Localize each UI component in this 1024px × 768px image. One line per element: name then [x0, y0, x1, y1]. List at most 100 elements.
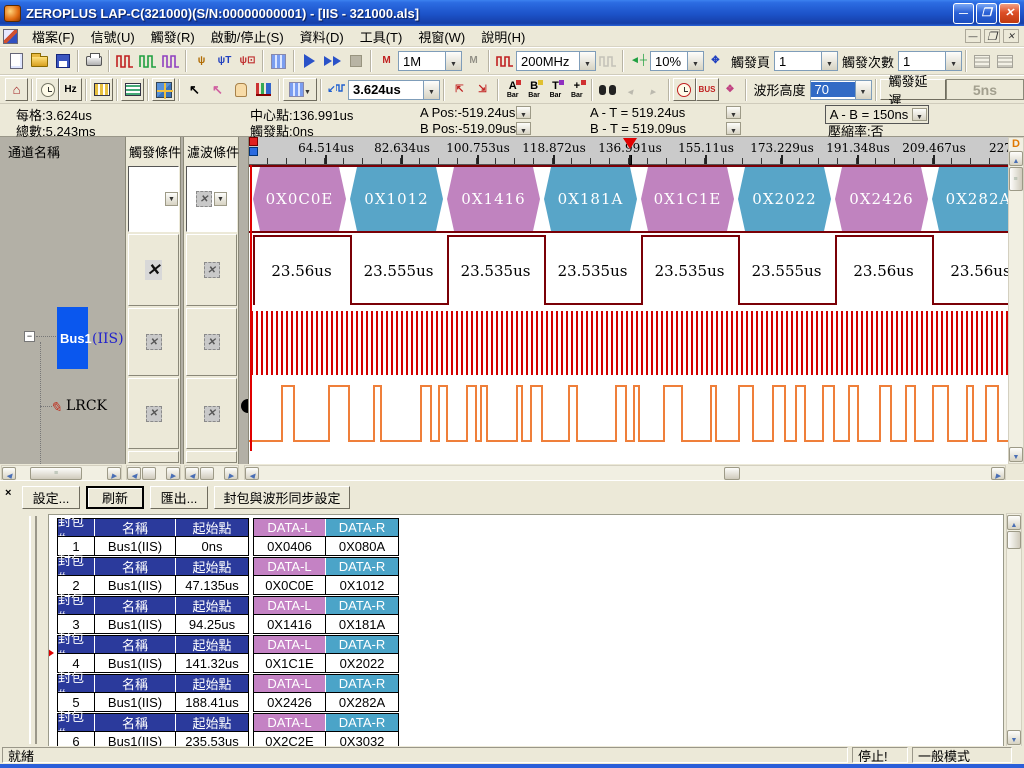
scroll-thumb[interactable]: ≡	[1009, 167, 1023, 191]
pointer-tool-button[interactable]: ↖	[183, 78, 206, 101]
timing-mode-button[interactable]	[36, 78, 59, 101]
trigger-t-button[interactable]: ψT	[213, 50, 236, 73]
menu-run-stop[interactable]: 啟動/停止(S)	[203, 25, 292, 48]
navigate-window-button[interactable]	[152, 78, 175, 101]
menu-help[interactable]: 說明(H)	[473, 25, 533, 48]
b-t-menu-button[interactable]	[726, 122, 741, 135]
bus-config-button[interactable]: BUS	[696, 78, 719, 101]
lrck-filter-cell[interactable]	[186, 234, 237, 306]
save-file-button[interactable]	[51, 50, 74, 73]
scroll-thumb[interactable]	[724, 467, 740, 480]
bus1-trigger-cell[interactable]	[128, 166, 179, 232]
bus-data-segment[interactable]: 0X0C0E	[253, 167, 346, 231]
sclk-waveform-row[interactable]	[249, 308, 1008, 378]
sclk-filter-cell[interactable]	[186, 308, 237, 376]
bus-data-segment[interactable]: 0X282A	[932, 167, 1008, 231]
child-restore-button[interactable]	[984, 29, 1000, 43]
trigger-col-h-scrollbar[interactable]	[126, 465, 181, 481]
bus-data-segment[interactable]: 0X1416	[447, 167, 540, 231]
bus-data-segment[interactable]: 0X1C1E	[641, 167, 734, 231]
new-file-button[interactable]	[5, 50, 28, 73]
b-pos-menu-button[interactable]	[516, 122, 531, 135]
packet-row[interactable]: 封包 #名稱起始點1Bus1(IIS)0nsDATA-LDATA-R0X0406…	[57, 518, 399, 556]
menu-signal[interactable]: 信號(U)	[83, 25, 143, 48]
frequency-mode-button[interactable]: Hz	[59, 78, 82, 101]
memory-depth-button[interactable]: M	[375, 50, 398, 73]
hand-tool-button[interactable]	[229, 78, 252, 101]
t-bar-button[interactable]: TBar	[545, 78, 566, 101]
a-t-menu-button[interactable]	[726, 106, 741, 119]
bus-data-segment[interactable]: 0X2426	[835, 167, 928, 231]
scroll-right-button[interactable]	[224, 467, 238, 480]
packet-row[interactable]: 封包 #名稱起始點3Bus1(IIS)94.25usDATA-LDATA-R0X…	[57, 596, 399, 634]
scroll-up-button[interactable]	[1007, 515, 1021, 530]
packet-row[interactable]: 封包 #名稱起始點4Bus1(IIS)141.32usDATA-LDATA-R0…	[57, 635, 399, 673]
packet-row[interactable]: 封包 #名稱起始點2Bus1(IIS)47.135usDATA-LDATA-R0…	[57, 557, 399, 595]
sda-filter-cell[interactable]	[186, 378, 237, 449]
a-bar-button[interactable]: ABar	[502, 78, 523, 101]
scroll-thumb[interactable]	[1007, 531, 1021, 549]
a-b-menu-button[interactable]	[912, 108, 927, 121]
document-icon[interactable]	[3, 29, 18, 44]
wave-height-combo[interactable]: 70	[810, 80, 872, 100]
trigger-delay-setup-button[interactable]: ψ⊡	[236, 50, 259, 73]
goto-trigger-button[interactable]: ✥	[704, 50, 727, 73]
scroll-thumb[interactable]	[142, 467, 156, 480]
packet-settings-button[interactable]: 設定...	[22, 486, 80, 509]
menu-data[interactable]: 資料(D)	[292, 25, 352, 48]
chevron-down-icon[interactable]	[855, 81, 871, 99]
scroll-down-button[interactable]	[1009, 447, 1023, 462]
scroll-left-button[interactable]	[127, 467, 141, 480]
chevron-down-icon[interactable]	[821, 52, 837, 70]
panel-close-button[interactable]: ×	[5, 488, 11, 499]
sample-rate-combo[interactable]: 200MHz	[516, 51, 596, 71]
trigger-count-combo[interactable]: 1	[898, 51, 962, 71]
pulse-width-button[interactable]	[159, 50, 182, 73]
packet-table-area[interactable]: 封包 #名稱起始點1Bus1(IIS)0nsDATA-LDATA-R0X0406…	[48, 514, 1004, 748]
refresh-rate-button[interactable]	[673, 78, 696, 101]
bar-data-button[interactable]	[252, 78, 275, 101]
bus-decode-button[interactable]	[267, 50, 290, 73]
color-setup-button[interactable]: ❖	[719, 78, 742, 101]
scroll-left-button[interactable]	[185, 467, 199, 480]
chevron-down-icon[interactable]	[165, 192, 178, 206]
trigger-pos-left-button[interactable]: ◄┼	[627, 50, 650, 73]
chevron-down-icon[interactable]	[945, 52, 961, 70]
open-file-button[interactable]	[28, 50, 51, 73]
packet-export-button[interactable]: 匯出...	[150, 486, 208, 509]
waveform-view-button[interactable]	[90, 78, 113, 101]
packet-row[interactable]: 封包 #名稱起始點5Bus1(IIS)188.41usDATA-LDATA-R0…	[57, 674, 399, 712]
goto-bar-button[interactable]: ⇲	[471, 78, 494, 101]
packet-vertical-scrollbar[interactable]	[1006, 513, 1022, 747]
lrck-trigger-cell[interactable]	[128, 234, 179, 306]
filter-col-h-scrollbar[interactable]	[184, 465, 239, 481]
packet-sync-button[interactable]: 封包與波形同步設定	[214, 486, 350, 509]
bus-data-segment[interactable]: 0X1012	[350, 167, 443, 231]
t-bar-flag-icon[interactable]	[249, 137, 258, 146]
chevron-down-icon[interactable]	[214, 192, 227, 206]
scroll-right-button[interactable]	[991, 467, 1005, 480]
zoom-fit-button[interactable]: ↙	[325, 78, 348, 101]
scroll-right-button[interactable]	[166, 467, 180, 480]
channel-h-scrollbar[interactable]: ≡	[1, 465, 122, 481]
packet-row[interactable]: 封包 #名稱起始點6Bus1(IIS)235.53usDATA-LDATA-R0…	[57, 713, 399, 748]
bus-data-segment[interactable]: 0X2022	[738, 167, 831, 231]
minimize-button[interactable]	[953, 3, 974, 24]
scroll-thumb[interactable]: ≡	[30, 467, 82, 480]
scroll-down-button[interactable]	[1007, 730, 1021, 745]
lrck-waveform-row[interactable]: 23.56us23.555us23.535us23.535us23.535us2…	[249, 233, 1008, 308]
sclk-trigger-cell[interactable]	[128, 308, 179, 376]
print-button[interactable]	[82, 50, 105, 73]
trigger-page-combo[interactable]: 1	[774, 51, 838, 71]
run-button[interactable]	[298, 50, 321, 73]
listing-view-button[interactable]	[121, 78, 144, 101]
menu-tools[interactable]: 工具(T)	[352, 25, 411, 48]
stop-button[interactable]	[344, 50, 367, 73]
bus1-waveform-row[interactable]: 0X0C0E0X10120X14160X181A0X1C1E0X20220X24…	[249, 165, 1008, 233]
sampling-setup-button[interactable]	[113, 50, 136, 73]
scroll-left-button[interactable]	[245, 467, 259, 480]
trigger-property-button[interactable]: ψ	[190, 50, 213, 73]
waveform-vertical-scrollbar[interactable]: D ≡	[1008, 137, 1024, 464]
navigator-home-button[interactable]: ⌂	[5, 78, 28, 101]
scroll-up-button[interactable]	[1009, 151, 1023, 166]
